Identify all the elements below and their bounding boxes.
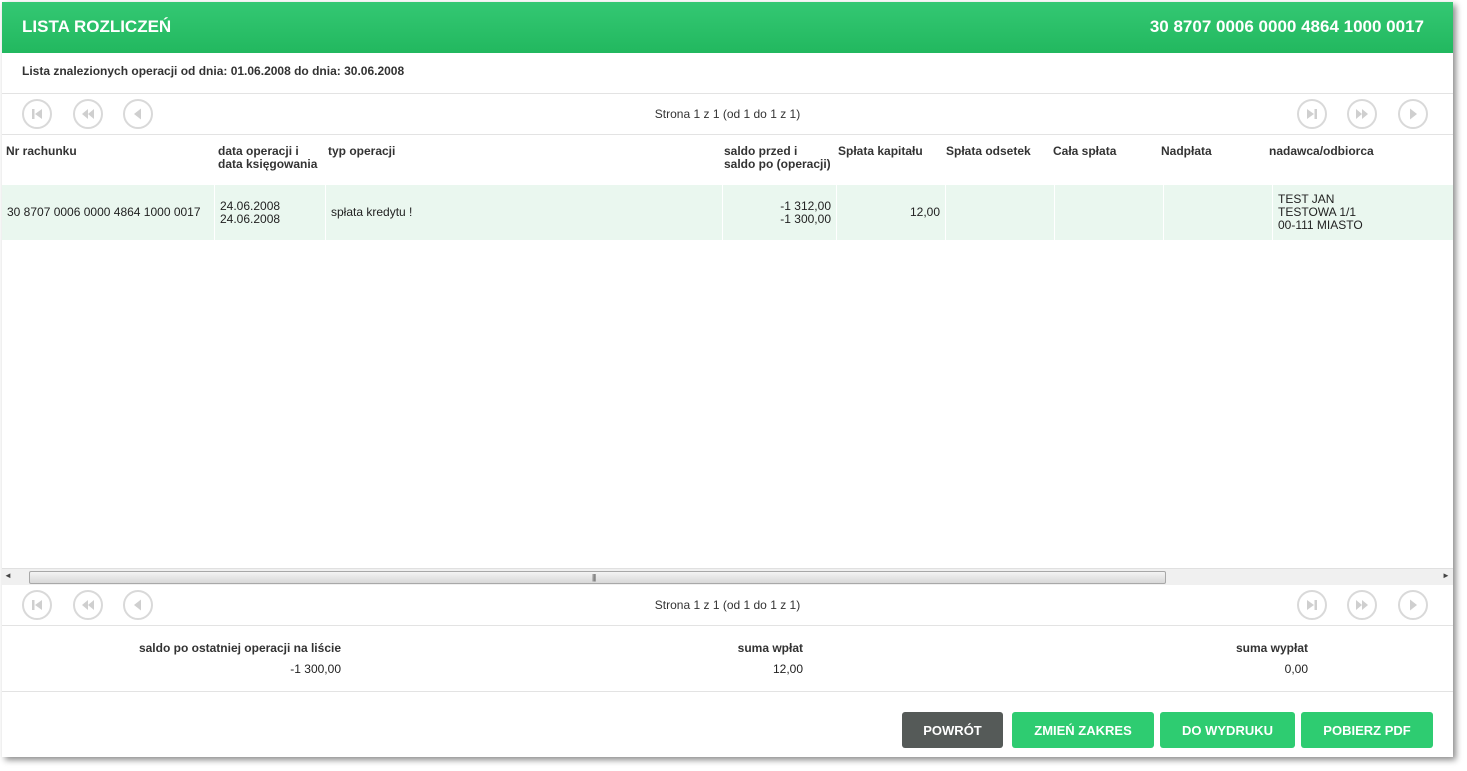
settlements-panel: LISTA ROZLICZEŃ 30 8707 0006 0000 4864 1… — [2, 2, 1453, 757]
column-header-party[interactable]: nadawca/odbiorca — [1269, 145, 1374, 158]
cell-overpayment — [1164, 185, 1273, 240]
pager-bottom: Strona 1 z 1 (od 1 do 1 z 1) — [2, 585, 1453, 625]
panel-header: LISTA ROZLICZEŃ 30 8707 0006 0000 4864 1… — [2, 2, 1453, 53]
pager-status: Strona 1 z 1 (od 1 do 1 z 1) — [654, 107, 801, 121]
horizontal-scrollbar[interactable]: ◄ ||| ► — [2, 568, 1453, 585]
deposits-value: 12,00 — [772, 662, 803, 676]
last-page-icon — [1307, 600, 1317, 610]
cell-dates: 24.06.2008 24.06.2008 — [215, 185, 326, 240]
cell-type: spłata kredytu ! — [326, 185, 723, 240]
header-account-number: 30 8707 0006 0000 4864 1000 0017 — [1149, 17, 1424, 36]
last-page-icon — [1307, 109, 1317, 119]
table-row[interactable]: 30 8707 0006 0000 4864 1000 0017 24.06.2… — [2, 185, 1453, 240]
cell-party: TEST JAN TESTOWA 1/1 00-111 MIASTO — [1278, 192, 1363, 232]
page-title: LISTA ROZLICZEŃ — [22, 17, 172, 36]
pager-status: Strona 1 z 1 (od 1 do 1 z 1) — [654, 598, 801, 612]
next-icon — [1410, 108, 1417, 120]
column-header-balance[interactable]: saldo przed i saldo po (operacji) — [724, 145, 831, 171]
scroll-left-arrow-icon[interactable]: ◄ — [4, 571, 12, 580]
last-balance-label: saldo po ostatniej operacji na liście — [138, 641, 341, 655]
print-button[interactable]: DO WYDRUKU — [1160, 712, 1295, 748]
column-header-account[interactable]: Nr rachunku — [6, 145, 77, 158]
cell-interest — [946, 185, 1055, 240]
last-balance-value: -1 300,00 — [290, 662, 341, 676]
column-header-interest[interactable]: Spłata odsetek — [946, 145, 1031, 158]
cell-capital: 12,00 — [837, 185, 946, 240]
download-pdf-button[interactable]: POBIERZ PDF — [1301, 712, 1433, 748]
next-block-button[interactable] — [1347, 99, 1377, 129]
cell-account: 30 8707 0006 0000 4864 1000 0017 — [2, 185, 215, 240]
next-page-button[interactable] — [1398, 99, 1428, 129]
scroll-right-arrow-icon[interactable]: ► — [1442, 571, 1450, 580]
cell-total — [1055, 185, 1164, 240]
search-range-caption: Lista znalezionych operacji od dnia: 01.… — [22, 64, 405, 78]
column-header-capital[interactable]: Spłata kapitału — [838, 145, 923, 158]
fast-forward-icon — [1356, 109, 1368, 119]
last-page-button[interactable] — [1297, 99, 1327, 129]
cell-balance: -1 312,00 -1 300,00 — [723, 185, 837, 240]
grip-icon: ||| — [592, 573, 596, 582]
change-range-button[interactable]: ZMIEŃ ZAKRES — [1012, 712, 1154, 748]
column-header-type[interactable]: typ operacji — [328, 145, 395, 158]
column-header-total[interactable]: Cała spłata — [1053, 145, 1116, 158]
column-header-dates[interactable]: data operacji i data księgowania — [218, 145, 317, 171]
last-page-button[interactable] — [1297, 590, 1327, 620]
deposits-label: suma wpłat — [737, 641, 803, 655]
divider — [2, 691, 1453, 692]
next-icon — [1410, 599, 1417, 611]
pager-top: Strona 1 z 1 (od 1 do 1 z 1) — [2, 94, 1453, 134]
next-page-button[interactable] — [1398, 590, 1428, 620]
withdrawals-label: suma wypłat — [1235, 641, 1308, 655]
operations-table: Nr rachunku data operacji i data księgow… — [2, 135, 1453, 568]
fast-forward-icon — [1356, 600, 1368, 610]
scrollbar-thumb[interactable]: ||| — [29, 571, 1166, 584]
withdrawals-value: 0,00 — [1284, 662, 1308, 676]
divider — [2, 625, 1453, 626]
back-button[interactable]: POWRÓT — [902, 712, 1003, 748]
column-header-overpayment[interactable]: Nadpłata — [1161, 145, 1212, 158]
next-block-button[interactable] — [1347, 590, 1377, 620]
